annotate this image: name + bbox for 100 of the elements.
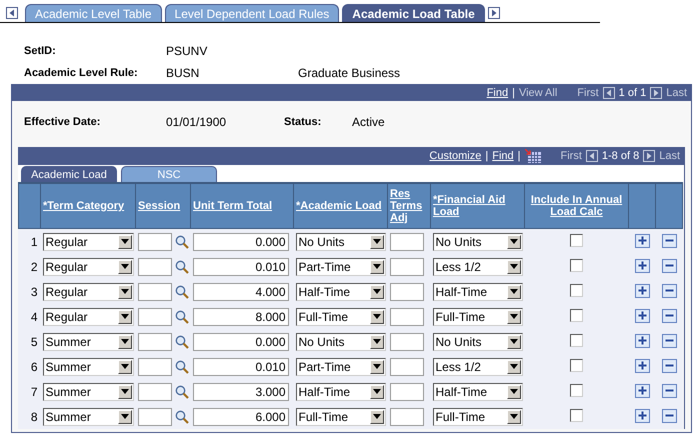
add-row-button[interactable] <box>634 408 650 423</box>
include-checkbox[interactable] <box>570 258 583 272</box>
delete-row-button[interactable] <box>662 334 676 348</box>
academic-load-dropdown[interactable]: Half-Time <box>296 382 386 400</box>
include-checkbox[interactable] <box>570 334 583 346</box>
financial-aid-load-dropdown[interactable]: Full-Time <box>432 408 522 426</box>
financial-aid-load-dropdown[interactable]: Less 1/2 <box>432 258 522 276</box>
add-row-button[interactable] <box>634 234 650 248</box>
session-field[interactable] <box>138 308 172 326</box>
res-terms-adj-field[interactable] <box>390 258 424 276</box>
unit-term-total-field[interactable]: 3.000 <box>192 382 288 400</box>
include-checkbox[interactable] <box>570 384 583 396</box>
term-category-dropdown[interactable]: Regular <box>42 282 134 300</box>
scroll-left-button[interactable] <box>6 7 18 19</box>
res-terms-adj-field[interactable] <box>390 358 424 376</box>
search-icon[interactable] <box>174 310 188 324</box>
res-terms-adj-field[interactable] <box>390 382 424 400</box>
term-category-dropdown[interactable]: Regular <box>42 258 134 276</box>
search-icon[interactable] <box>174 410 188 424</box>
add-row-button[interactable] <box>634 334 650 348</box>
session-field[interactable] <box>138 332 172 350</box>
academic-load-dropdown[interactable]: Part-Time <box>296 258 386 276</box>
res-terms-adj-field[interactable] <box>390 332 424 350</box>
res-terms-adj-field[interactable] <box>390 308 424 326</box>
unit-term-total-field[interactable]: 6.000 <box>192 408 288 426</box>
delete-row-button[interactable] <box>662 308 676 323</box>
search-icon[interactable] <box>174 284 188 298</box>
term-category-dropdown[interactable]: Summer <box>42 358 134 376</box>
academic-load-dropdown[interactable]: No Units <box>296 232 386 250</box>
unit-term-total-field[interactable]: 0.000 <box>192 232 288 250</box>
unit-term-total-field[interactable]: 0.000 <box>192 332 288 350</box>
academic-load-dropdown[interactable]: Full-Time <box>296 408 386 426</box>
unit-term-total-field[interactable]: 0.010 <box>192 358 288 376</box>
previous-icon[interactable] <box>602 86 615 98</box>
financial-aid-load-dropdown[interactable]: No Units <box>432 232 522 250</box>
financial-aid-load-dropdown[interactable]: Less 1/2 <box>432 358 522 376</box>
financial-aid-load-dropdown[interactable]: Half-Time <box>432 282 522 300</box>
unit-term-total-field[interactable]: 0.010 <box>192 258 288 276</box>
download-grid-icon[interactable] <box>524 149 540 163</box>
search-icon[interactable] <box>174 384 188 398</box>
academic-load-dropdown[interactable]: Part-Time <box>296 358 386 376</box>
grid-tab[interactable]: Academic Load <box>21 166 117 182</box>
view-all-link[interactable]: View All <box>518 86 558 98</box>
delete-row-button[interactable] <box>662 358 676 373</box>
customize-link[interactable]: Customize <box>429 150 482 162</box>
unit-term-total-field[interactable]: 8.000 <box>192 308 288 326</box>
include-checkbox[interactable] <box>570 284 583 296</box>
add-row-button[interactable] <box>634 284 650 298</box>
add-row-button[interactable] <box>634 384 650 398</box>
find-link[interactable]: Find <box>492 150 514 162</box>
financial-aid-load-dropdown[interactable]: Full-Time <box>432 308 522 326</box>
add-row-button[interactable] <box>634 308 650 323</box>
include-checkbox[interactable] <box>570 308 583 322</box>
previous-icon[interactable] <box>586 150 598 162</box>
search-icon[interactable] <box>174 334 188 348</box>
session-field[interactable] <box>138 258 172 276</box>
delete-row-button[interactable] <box>662 258 676 273</box>
include-checkbox[interactable] <box>570 234 583 246</box>
add-row-button[interactable] <box>634 258 650 273</box>
include-checkbox[interactable] <box>570 408 583 422</box>
search-icon[interactable] <box>174 260 188 274</box>
delete-row-button[interactable] <box>662 384 676 398</box>
term-category-dropdown[interactable]: Summer <box>42 382 134 400</box>
search-icon[interactable] <box>174 234 188 248</box>
academic-load-dropdown[interactable]: Full-Time <box>296 308 386 326</box>
next-icon[interactable] <box>650 86 662 98</box>
session-field[interactable] <box>138 408 172 426</box>
find-link[interactable]: Find <box>486 86 508 98</box>
res-terms-adj-field[interactable] <box>390 232 424 250</box>
search-icon[interactable] <box>174 360 188 374</box>
session-field[interactable] <box>138 358 172 376</box>
delete-row-button[interactable] <box>662 234 676 248</box>
unit-term-total-field[interactable]: 4.000 <box>192 282 288 300</box>
financial-aid-load-dropdown[interactable]: No Units <box>432 332 522 350</box>
column-header[interactable]: *Term Category <box>40 183 136 228</box>
page-tab[interactable]: Academic Load Table <box>342 4 485 22</box>
session-field[interactable] <box>138 382 172 400</box>
column-header[interactable]: Include In Annual Load Calc <box>524 183 628 228</box>
term-category-dropdown[interactable]: Summer <box>42 332 134 350</box>
academic-load-dropdown[interactable]: No Units <box>296 332 386 350</box>
include-checkbox[interactable] <box>570 358 583 372</box>
next-icon[interactable] <box>643 150 656 162</box>
financial-aid-load-dropdown[interactable]: Half-Time <box>432 382 522 400</box>
session-field[interactable] <box>138 232 172 250</box>
res-terms-adj-field[interactable] <box>390 408 424 426</box>
delete-row-button[interactable] <box>662 284 676 298</box>
add-row-button[interactable] <box>634 358 650 373</box>
column-header[interactable]: *Financial Aid Load <box>430 183 524 228</box>
scroll-right-button[interactable] <box>488 7 500 19</box>
column-header[interactable]: Unit Term Total <box>190 183 294 228</box>
delete-row-button[interactable] <box>662 408 676 423</box>
term-category-dropdown[interactable]: Summer <box>42 408 134 426</box>
column-header[interactable]: Res Terms Adj <box>388 183 430 228</box>
res-terms-adj-field[interactable] <box>390 282 424 300</box>
column-header[interactable]: *Academic Load <box>294 183 388 228</box>
column-header[interactable]: Session <box>136 183 190 228</box>
term-category-dropdown[interactable]: Regular <box>42 308 134 326</box>
academic-load-dropdown[interactable]: Half-Time <box>296 282 386 300</box>
term-category-dropdown[interactable]: Regular <box>42 232 134 250</box>
session-field[interactable] <box>138 282 172 300</box>
